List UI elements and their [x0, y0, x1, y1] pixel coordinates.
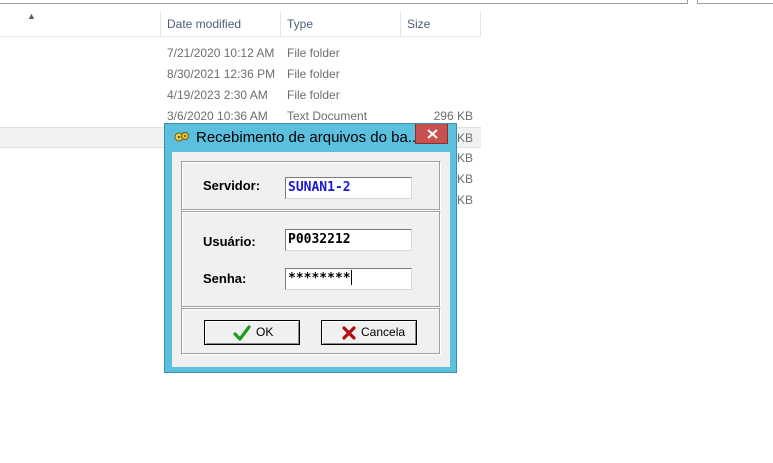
dialog-titlebar[interactable]: Recebimento de arquivos do ba... — [165, 124, 456, 150]
dialog-title: Recebimento de arquivos do ba... — [196, 129, 416, 146]
search-box-edge — [0, 0, 688, 4]
password-label: Senha: — [203, 271, 247, 286]
buttons-group: OK Cancela — [181, 308, 441, 355]
app-icon — [174, 130, 190, 144]
dialog-body: Servidor: SUNAN1-2 Usuário: P0032212 Sen… — [172, 152, 450, 367]
cancel-x-icon — [342, 326, 356, 340]
text-caret — [350, 270, 352, 285]
credentials-group: Usuário: P0032212 Senha: ******** — [181, 211, 441, 308]
close-button[interactable] — [415, 124, 448, 144]
password-masked-value: ******** — [288, 271, 351, 286]
ok-button[interactable]: OK — [204, 320, 300, 345]
file-row[interactable]: 8/30/2021 12:36 PM File folder — [0, 64, 481, 85]
file-type: File folder — [287, 88, 340, 102]
password-field[interactable]: ******** — [285, 268, 412, 290]
user-label: Usuário: — [203, 234, 256, 249]
search-box-edge-right — [697, 0, 773, 4]
column-header-name[interactable]: ▲ — [0, 12, 161, 37]
column-header-row: ▲ Date modified Type Size — [0, 12, 481, 37]
file-date: 4/19/2023 2:30 AM — [167, 88, 268, 102]
file-date: 8/30/2021 12:36 PM — [167, 67, 276, 81]
file-size: KB — [456, 172, 473, 186]
file-size: KB — [456, 151, 473, 165]
column-header-type[interactable]: Type — [281, 12, 401, 37]
column-header-size[interactable]: Size — [401, 12, 481, 37]
server-field[interactable]: SUNAN1-2 — [285, 177, 412, 199]
ok-button-label: OK — [256, 325, 274, 339]
column-header-date-modified[interactable]: Date modified — [161, 12, 281, 37]
file-type: File folder — [287, 67, 340, 81]
file-row[interactable]: 7/21/2020 10:12 AM File folder — [0, 43, 481, 64]
server-label: Servidor: — [203, 178, 261, 193]
close-icon — [427, 129, 438, 139]
file-type: File folder — [287, 46, 340, 60]
file-date: 7/21/2020 10:12 AM — [167, 46, 275, 60]
cancel-button-label: Cancela — [361, 325, 406, 339]
checkmark-icon — [233, 325, 251, 341]
file-size: KB — [456, 131, 473, 145]
login-dialog: Recebimento de arquivos do ba... Servido… — [164, 123, 457, 373]
user-field[interactable]: P0032212 — [285, 229, 412, 251]
file-size: KB — [456, 193, 473, 207]
server-group: Servidor: SUNAN1-2 — [181, 161, 441, 211]
file-row[interactable]: 4/19/2023 2:30 AM File folder — [0, 85, 481, 106]
sort-ascending-icon: ▲ — [27, 11, 36, 21]
cancel-button[interactable]: Cancela — [321, 320, 417, 345]
